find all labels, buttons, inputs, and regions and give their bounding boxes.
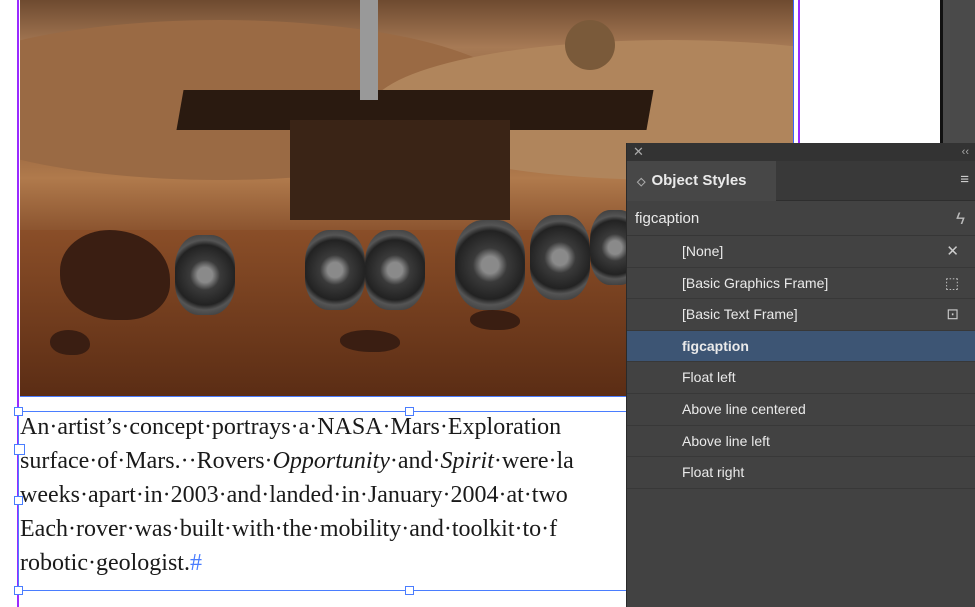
current-style: figcaption ϟ [627,201,975,236]
style-label: Float left [682,369,736,386]
tab-object-styles[interactable]: ◇ Object Styles [627,161,776,201]
antenna [565,20,615,70]
wheel [365,230,425,310]
resize-handle[interactable] [405,407,414,416]
style-item-figcaption[interactable]: figcaption [627,330,975,363]
current-style-label: figcaption [635,210,700,227]
caption-italic: Opportunity [272,448,390,474]
resize-handle[interactable] [14,407,23,416]
style-item-above-line-centered[interactable]: Above line centered [627,394,975,426]
style-item-basic-graphics-frame[interactable]: [Basic Graphics Frame] ⬚ [627,268,975,300]
collapse-icon[interactable]: ‹‹ [962,143,969,161]
style-label: [Basic Graphics Frame] [682,274,829,291]
frame-top-edge [18,411,626,412]
resize-handle[interactable] [14,496,23,505]
panel-title-bar[interactable]: ✕ ‹‹ [627,143,975,161]
styles-list: [None] ✕ [Basic Graphics Frame] ⬚ [Basic T… [627,236,975,489]
resize-handle[interactable] [405,586,414,595]
style-label: [Basic Text Frame] [682,306,798,323]
updown-arrows-icon: ◇ [637,176,646,188]
style-item-basic-text-frame[interactable]: [Basic Text Frame] ⊡ [627,299,975,331]
wheel [305,230,365,310]
rover-body [290,120,510,220]
pasteboard [940,0,975,143]
caption-line: An·artist’s·concept·portrays·a·NASA·Mars… [20,414,562,440]
object-styles-panel: ✕ ‹‹ ◇ Object Styles ≡ figcaption ϟ [None… [626,143,975,607]
caption-text: ·were·la [493,448,574,474]
margin-guide [798,0,800,143]
caption-text: robotic·geologist. [20,550,190,576]
resize-handle[interactable] [14,586,23,595]
panel-menu-icon[interactable]: ≡ [960,172,969,187]
graphics-frame-icon: ⬚ [944,274,959,292]
wheel [530,215,590,300]
style-item-float-left[interactable]: Float left [627,362,975,394]
caption-text: ·and· [389,448,441,474]
wheel [455,220,525,310]
style-label: figcaption [682,337,749,354]
lightning-icon[interactable]: ϟ [956,201,965,236]
rock [50,330,90,355]
paragraph-end-mark: # [189,550,202,576]
panel-tab-row: ◇ Object Styles ≡ [627,161,975,201]
caption-text-frame[interactable]: An·artist’s·concept·portrays·a·NASA·Mars… [20,410,626,590]
wheel [175,235,235,315]
close-icon[interactable]: ✕ [633,143,644,161]
caption-text: surface·of·Mars.··Rovers· [20,448,273,474]
caption-line: weeks·apart·in·2003·and·landed·in·Januar… [20,482,568,508]
caption-line: robotic·geologist.# [20,546,202,580]
rock [470,310,520,330]
frame-bottom-edge [18,590,626,591]
in-port-handle[interactable] [14,444,25,455]
style-label: Above line centered [682,400,806,417]
mast [360,0,378,100]
caption-line: surface·of·Mars.··Rovers·Opportunity·and… [20,444,574,478]
style-label: Above line left [682,432,770,449]
style-item-above-line-left[interactable]: Above line left [627,426,975,458]
rock [340,330,400,352]
pen-cross-icon: ✕ [946,243,959,260]
tab-label: Object Styles [651,172,747,189]
style-label: Float right [682,464,745,481]
style-item-float-right[interactable]: Float right [627,457,975,489]
caption-italic: Spirit [440,448,494,474]
text-frame-icon: ⊡ [946,306,959,324]
style-label: [None] [682,243,724,259]
style-item-none[interactable]: [None] ✕ [627,236,975,268]
caption-line: Each·rover·was·built·with·the·mobility·a… [20,516,558,542]
